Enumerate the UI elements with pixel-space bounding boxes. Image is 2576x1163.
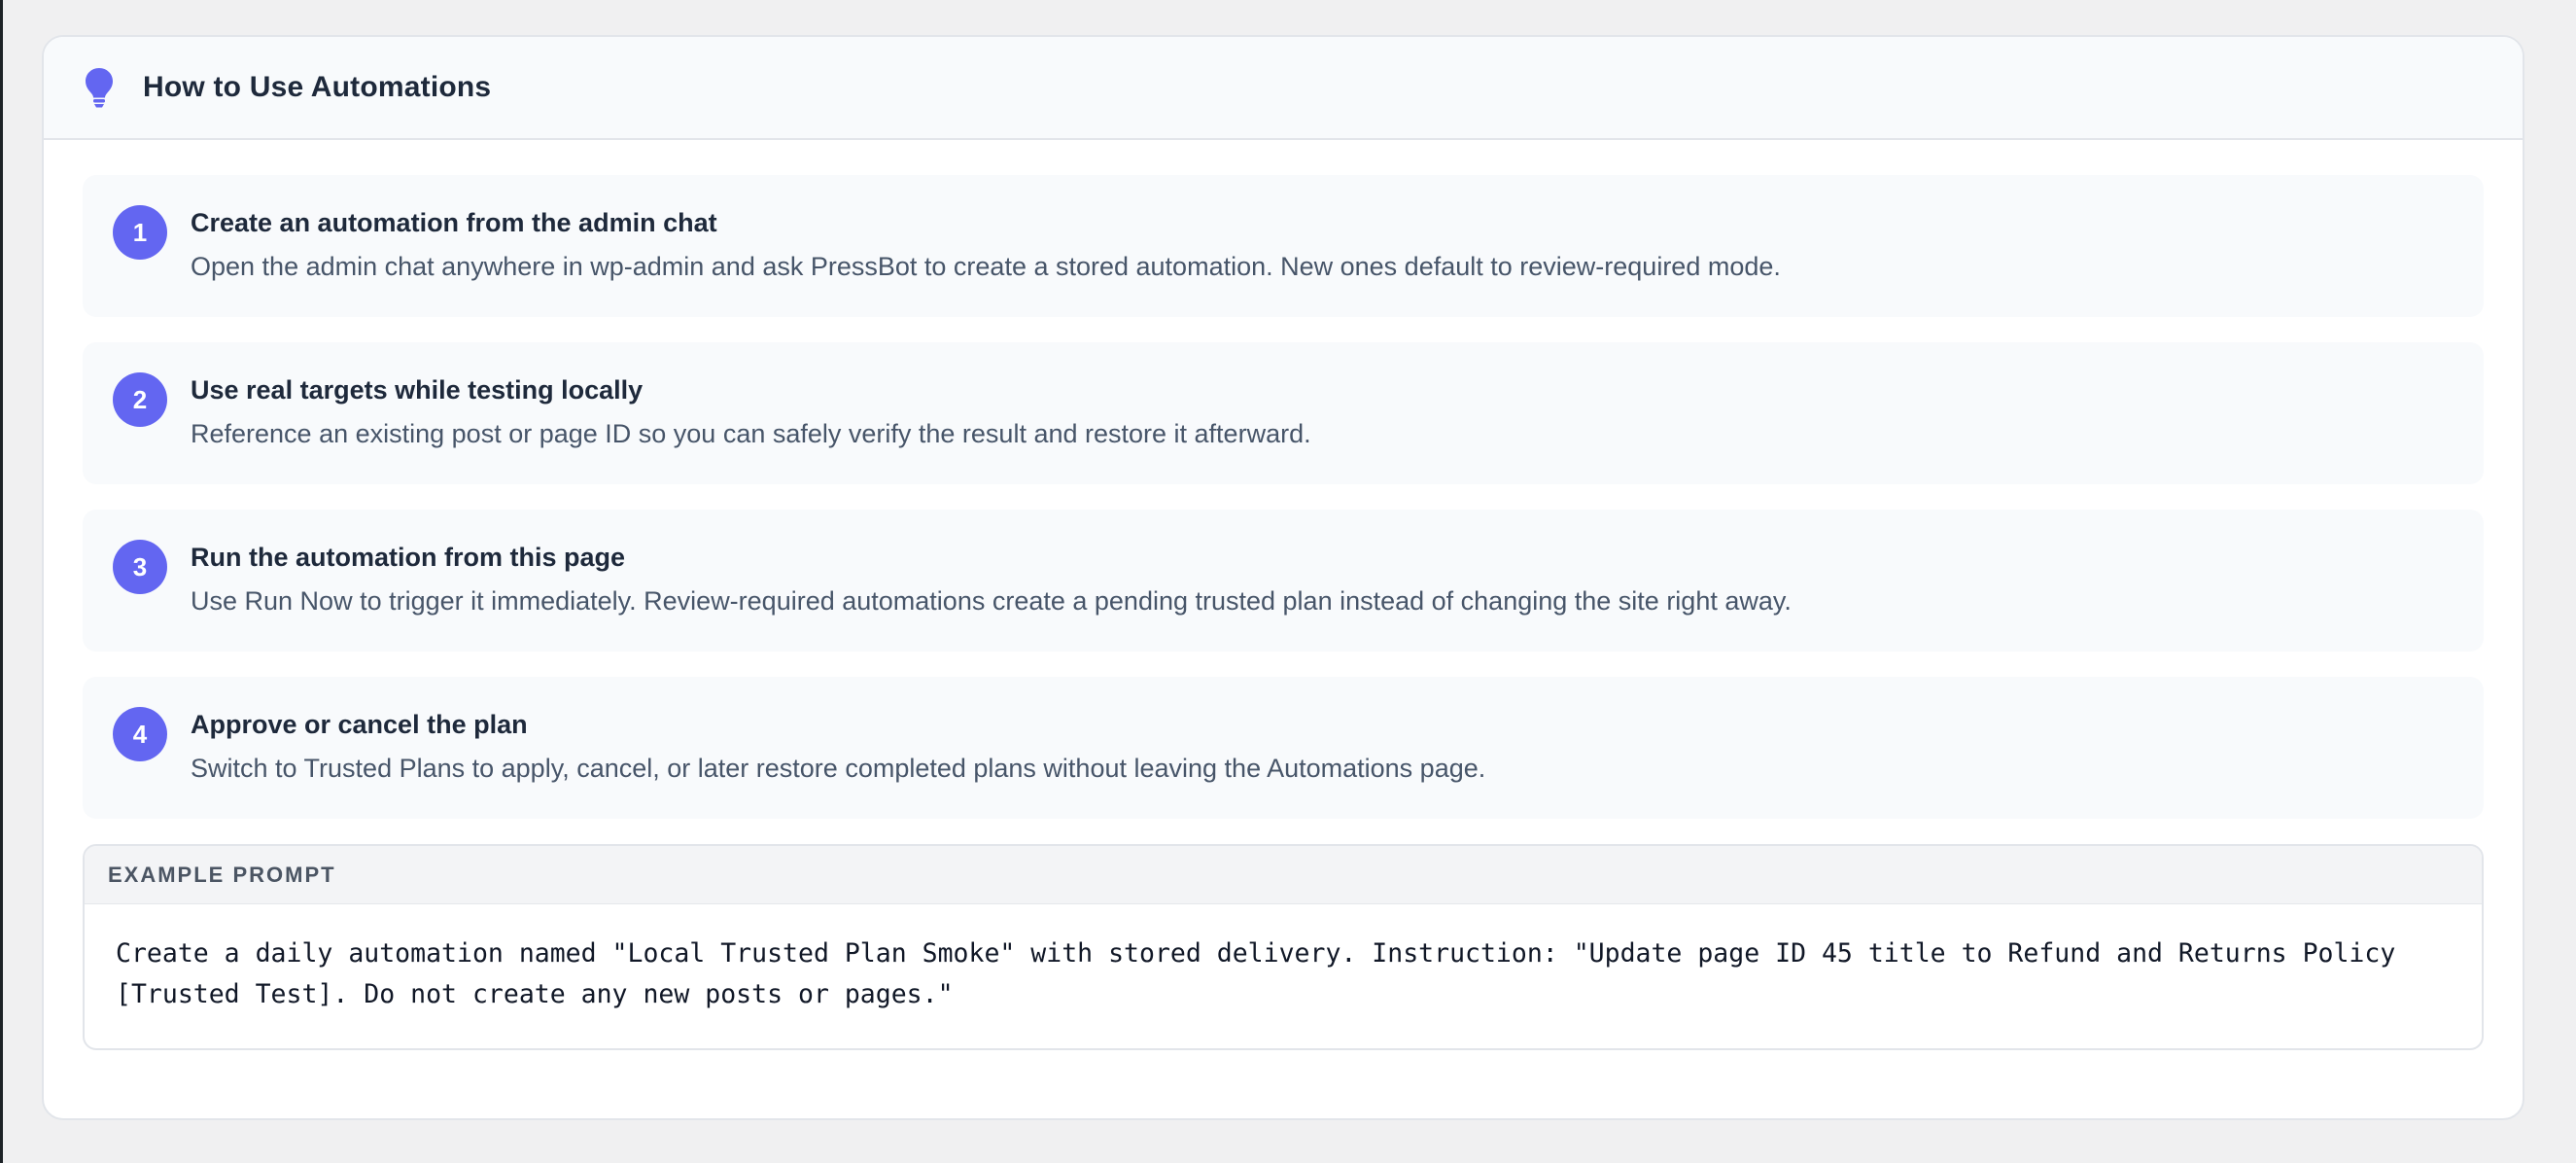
step-description: Use Run Now to trigger it immediately. R… <box>191 586 1792 616</box>
example-prompt-line: [Trusted Test]. Do not create any new po… <box>116 979 954 1009</box>
window-left-edge <box>0 0 3 1163</box>
example-prompt-line: Create a daily automation named "Local T… <box>116 938 2396 969</box>
example-prompt-label: EXAMPLE PROMPT <box>85 846 2482 904</box>
step-title: Approve or cancel the plan <box>191 710 528 739</box>
step-description: Switch to Trusted Plans to apply, cancel… <box>191 754 1486 783</box>
step-number-badge: 4 <box>113 707 167 761</box>
example-prompt-box: EXAMPLE PROMPT Create a daily automation… <box>83 844 2484 1050</box>
panel-body: 1 Create an automation from the admin ch… <box>44 140 2523 1050</box>
lightbulb-icon <box>85 67 114 108</box>
panel-header: How to Use Automations <box>44 37 2523 140</box>
example-prompt-text[interactable]: Create a daily automation named "Local T… <box>85 904 2482 1015</box>
step-number-badge: 2 <box>113 372 167 427</box>
step-number-badge: 1 <box>113 205 167 260</box>
step-title: Create an automation from the admin chat <box>191 208 717 237</box>
how-to-use-panel: How to Use Automations 1 Create an autom… <box>42 35 2524 1120</box>
step-item: 2 Use real targets while testing locally… <box>83 342 2484 484</box>
step-description: Open the admin chat anywhere in wp-admin… <box>191 252 1781 281</box>
step-item: 1 Create an automation from the admin ch… <box>83 175 2484 317</box>
step-title: Use real targets while testing locally <box>191 375 644 405</box>
step-description: Reference an existing post or page ID so… <box>191 419 1311 448</box>
step-title: Run the automation from this page <box>191 543 626 572</box>
step-item: 4 Approve or cancel the plan Switch to T… <box>83 677 2484 819</box>
step-number-badge: 3 <box>113 540 167 594</box>
step-item: 3 Run the automation from this page Use … <box>83 510 2484 652</box>
panel-title: How to Use Automations <box>143 71 492 103</box>
